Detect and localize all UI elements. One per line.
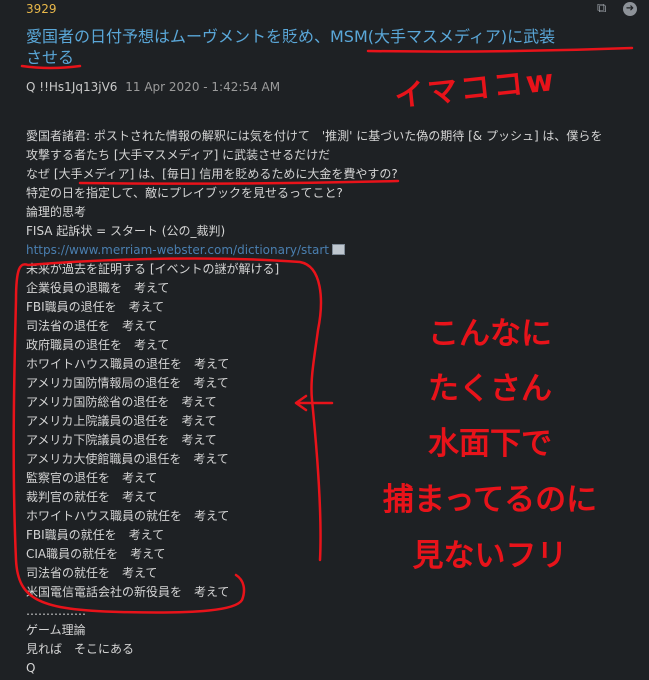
- body-line: 特定の日を指定して、敵にプレイブックを見せるってこと?: [26, 186, 343, 200]
- body-line: 企業役員の退職を 考えて: [26, 281, 170, 295]
- body-line: 攻撃する者たち [大手マスメディア] に武装させるだけだ: [26, 148, 331, 162]
- body-line: 愛国者諸君: ポストされた情報の解釈には気を付けて '推測' に基づいた偽の期待…: [26, 129, 603, 143]
- body-line: FISA 起訴状 = スタート (公の_裁判): [26, 224, 226, 238]
- post-meta: Q !!Hs1Jq13jV6 11 Apr 2020 - 1:42:54 AM: [26, 80, 280, 94]
- body-line: Q: [26, 661, 36, 675]
- annotation-line-4: 捕まってるのに: [382, 482, 598, 518]
- tripcode: !!Hs1Jq13jV6: [39, 80, 118, 94]
- body-line: ……………: [26, 604, 86, 618]
- dictionary-link[interactable]: https://www.merriam-webster.com/dictiona…: [26, 243, 329, 257]
- annotation-line-2: たくさん: [428, 371, 552, 407]
- body-line: 見れば そこにある: [26, 642, 135, 656]
- post-title-line-1: 愛国者の日付予想はムーヴメントを貶め、MSM(大手マスメディア)に武装: [26, 27, 556, 46]
- body-line: 論理的思考: [26, 205, 87, 219]
- dictionary-link-line: https://www.merriam-webster.com/dictiona…: [26, 241, 626, 260]
- next-arrow-icon[interactable]: ➜: [623, 2, 637, 16]
- annotation-line-5: 見ないフリ: [412, 538, 568, 574]
- file-icon[interactable]: [332, 244, 345, 255]
- timestamp: 11 Apr 2020 - 1:42:54 AM: [125, 80, 281, 94]
- annotation-line-1: こんなに: [428, 316, 552, 352]
- body-line: 未来が過去を証明する [イベントの謎が解ける]: [26, 262, 280, 276]
- body-line: 米国電信電話会社の新役員を 考えて: [26, 585, 230, 599]
- share-icon[interactable]: ⧉: [597, 2, 611, 16]
- body-line: なぜ [大手メディア] は、[毎日] 信用を貶めるために大金を費やすの?: [26, 167, 398, 181]
- annotation-line-3: 水面下で: [428, 426, 552, 462]
- post-number[interactable]: 3929: [26, 2, 57, 16]
- post-header-icons: ⧉ ➜: [597, 2, 637, 16]
- body-line: ゲーム理論: [26, 623, 86, 637]
- author-name: Q: [26, 80, 36, 94]
